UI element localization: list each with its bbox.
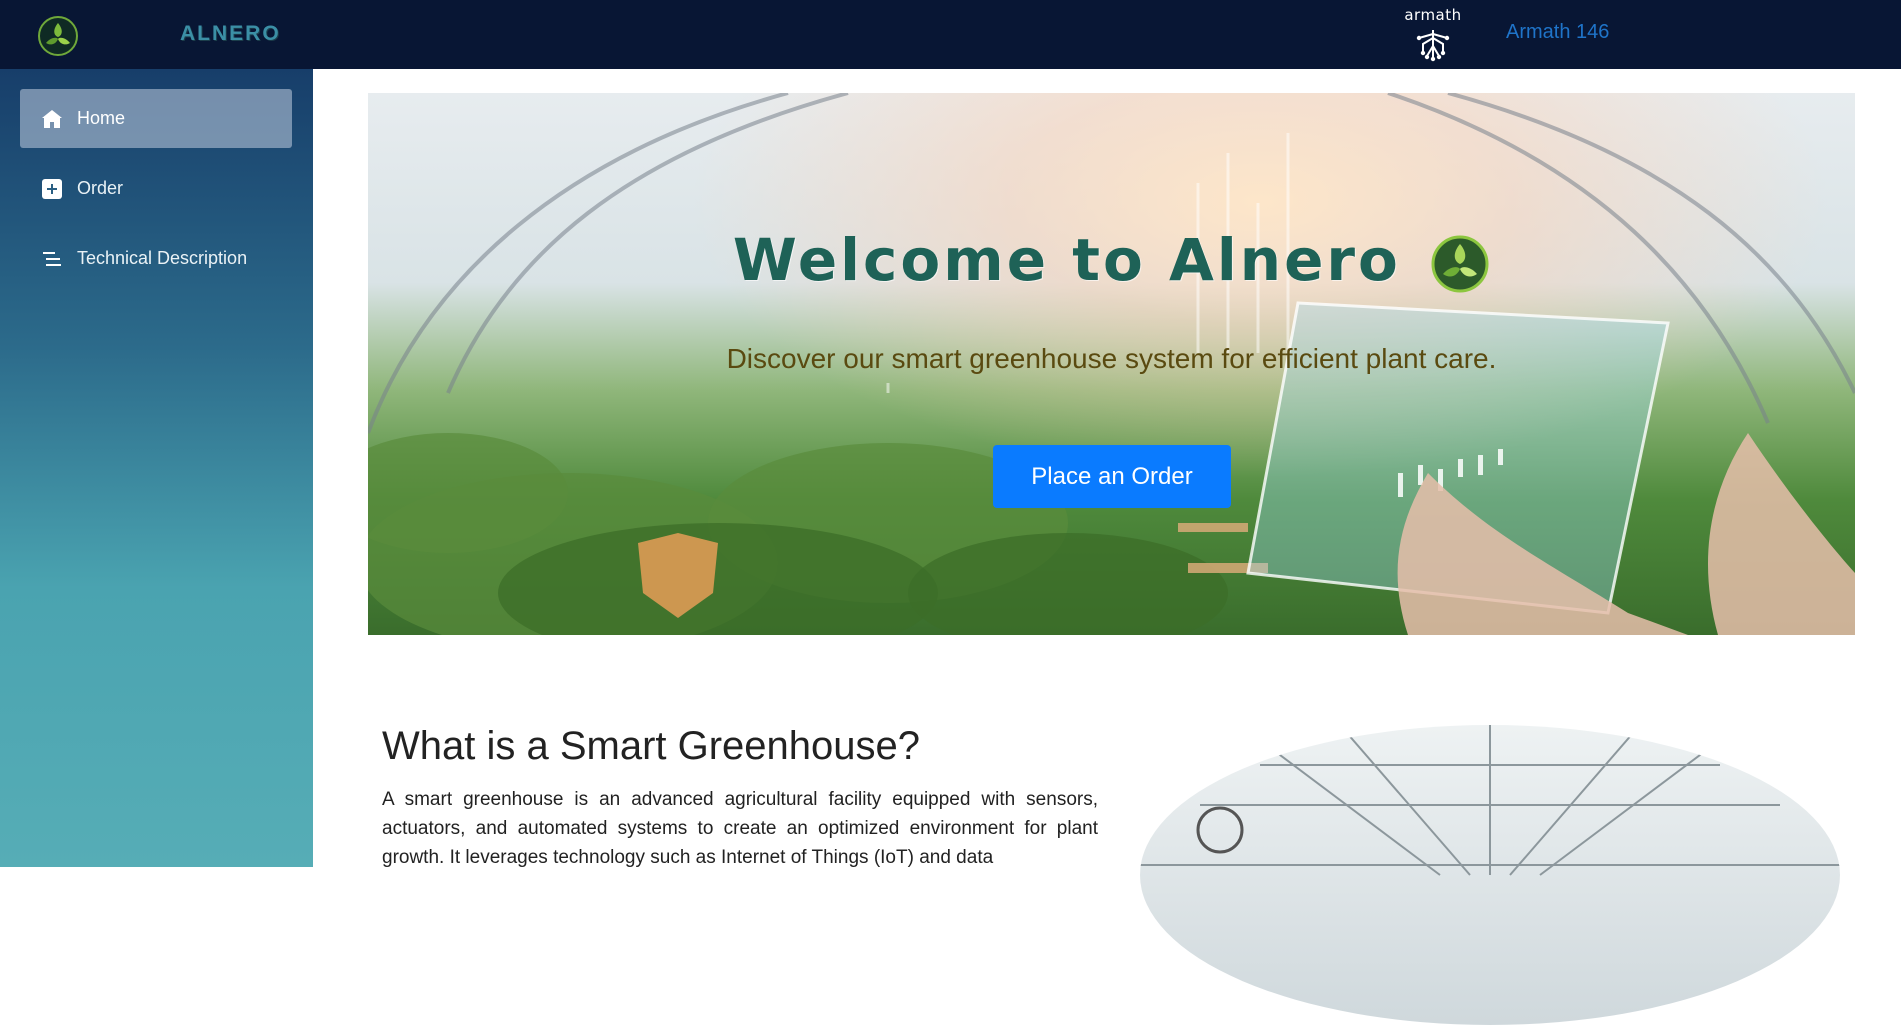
- hero-banner: Welcome to Alnero Discover our smart gre…: [368, 93, 1855, 635]
- hero-title: Welcome to Alnero: [368, 226, 1855, 294]
- alnero-logo-icon[interactable]: [37, 15, 79, 57]
- sidebar: Home Order Technical Description: [0, 69, 313, 867]
- greenhouse-interior-image: [1140, 725, 1840, 1025]
- plus-square-icon: [40, 177, 64, 201]
- top-bar: ALNERO armath Armath 146: [0, 0, 1901, 69]
- circuit-tree-icon: [1416, 30, 1450, 62]
- alnero-logo-icon: [1431, 235, 1489, 293]
- sidebar-item-technical-description[interactable]: Technical Description: [20, 229, 292, 288]
- home-icon: [40, 107, 64, 131]
- hero-title-text: Welcome to Alnero: [732, 226, 1401, 294]
- lines-icon: [40, 247, 64, 271]
- section-title: What is a Smart Greenhouse?: [382, 724, 921, 768]
- place-order-button[interactable]: Place an Order: [993, 445, 1231, 508]
- sidebar-item-label: Order: [77, 178, 124, 198]
- armath-logo: armath: [1393, 6, 1473, 62]
- hero-subtitle: Discover our smart greenhouse system for…: [726, 343, 1497, 374]
- user-name-link[interactable]: Armath 146: [1506, 21, 1609, 44]
- brand-name: ALNERO: [180, 22, 281, 45]
- section-body: A smart greenhouse is an advanced agricu…: [382, 789, 1098, 868]
- sidebar-item-label: Home: [77, 108, 126, 128]
- sidebar-item-home[interactable]: Home: [20, 89, 292, 148]
- greenhouse-structure-illustration: [1140, 725, 1840, 876]
- sidebar-item-label: Technical Description: [77, 248, 248, 268]
- sidebar-item-order[interactable]: Order: [20, 159, 292, 218]
